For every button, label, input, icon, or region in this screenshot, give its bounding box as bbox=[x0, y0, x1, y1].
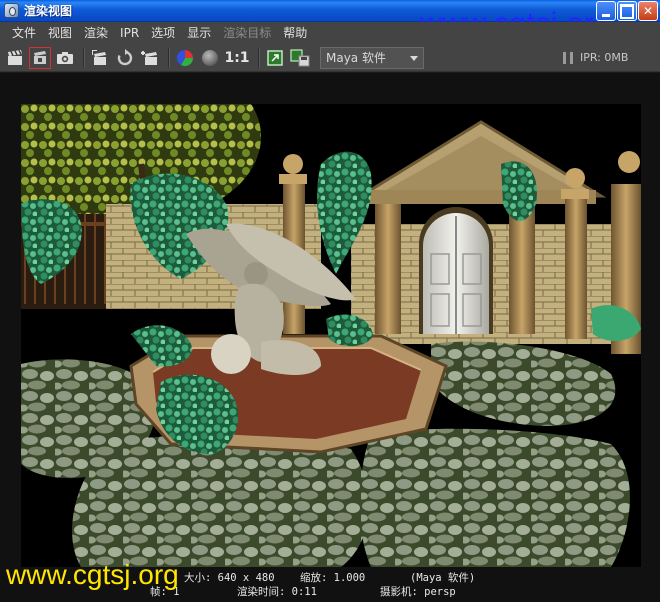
frame-image-icon[interactable] bbox=[264, 47, 286, 69]
rendered-image bbox=[21, 104, 641, 567]
menu-file[interactable]: 文件 bbox=[6, 22, 42, 44]
renderer-selected-value: Maya 软件 bbox=[326, 51, 386, 65]
alpha-channel-icon[interactable] bbox=[199, 47, 221, 69]
renderer-dropdown[interactable]: Maya 软件 bbox=[320, 46, 424, 69]
menu-bar: 文件 视图 渲染 IPR 选项 显示 渲染目标 帮助 bbox=[0, 22, 660, 44]
app-icon bbox=[4, 3, 19, 18]
toolbar-separator bbox=[168, 47, 170, 68]
camera-info: 摄影机: persp bbox=[380, 586, 456, 598]
menu-view[interactable]: 视图 bbox=[42, 22, 78, 44]
menu-options[interactable]: 选项 bbox=[145, 22, 181, 44]
menu-display[interactable]: 显示 bbox=[181, 22, 217, 44]
ipr-memory-status: IPR: 0MB bbox=[580, 51, 629, 64]
render-zoom-info: 缩放: 1.000 bbox=[300, 572, 366, 584]
render-size-info: 大小: 640 x 480 bbox=[184, 572, 275, 584]
menu-ipr[interactable]: IPR bbox=[114, 22, 145, 44]
render-region-icon[interactable] bbox=[89, 47, 111, 69]
keep-image-icon[interactable] bbox=[139, 47, 161, 69]
pause-icon[interactable] bbox=[563, 52, 573, 64]
toolbar-separator bbox=[83, 47, 85, 68]
close-button[interactable] bbox=[638, 1, 658, 21]
menu-help[interactable]: 帮助 bbox=[277, 22, 313, 44]
real-size-button[interactable]: 1:1 bbox=[224, 50, 250, 66]
menu-render-target: 渲染目标 bbox=[223, 26, 272, 40]
snapshot-camera-icon[interactable] bbox=[54, 47, 76, 69]
minimize-button[interactable] bbox=[596, 1, 616, 21]
ipr-render-icon[interactable] bbox=[29, 46, 51, 69]
renderer-info: (Maya 软件) bbox=[410, 572, 476, 584]
window-title: 渲染视图 bbox=[24, 4, 73, 18]
maximize-button[interactable] bbox=[617, 1, 637, 21]
render-time-info: 渲染时间: 0:11 bbox=[237, 586, 317, 598]
menu-render[interactable]: 渲染 bbox=[78, 22, 114, 44]
watermark-bottom: www.cgtsj.org bbox=[6, 559, 179, 590]
toolbar-separator bbox=[258, 47, 260, 68]
color-channels-icon[interactable] bbox=[174, 47, 196, 69]
refresh-icon[interactable] bbox=[114, 47, 136, 69]
render-toolbar: 1:1 Maya 软件 bbox=[0, 44, 660, 72]
render-clapper-icon[interactable] bbox=[4, 47, 26, 69]
save-image-icon[interactable] bbox=[289, 47, 311, 69]
chevron-down-icon bbox=[410, 55, 418, 61]
render-viewport[interactable]: 大小: 640 x 480 缩放: 1.000 (Maya 软件) 帧: 1 渲… bbox=[0, 73, 660, 602]
